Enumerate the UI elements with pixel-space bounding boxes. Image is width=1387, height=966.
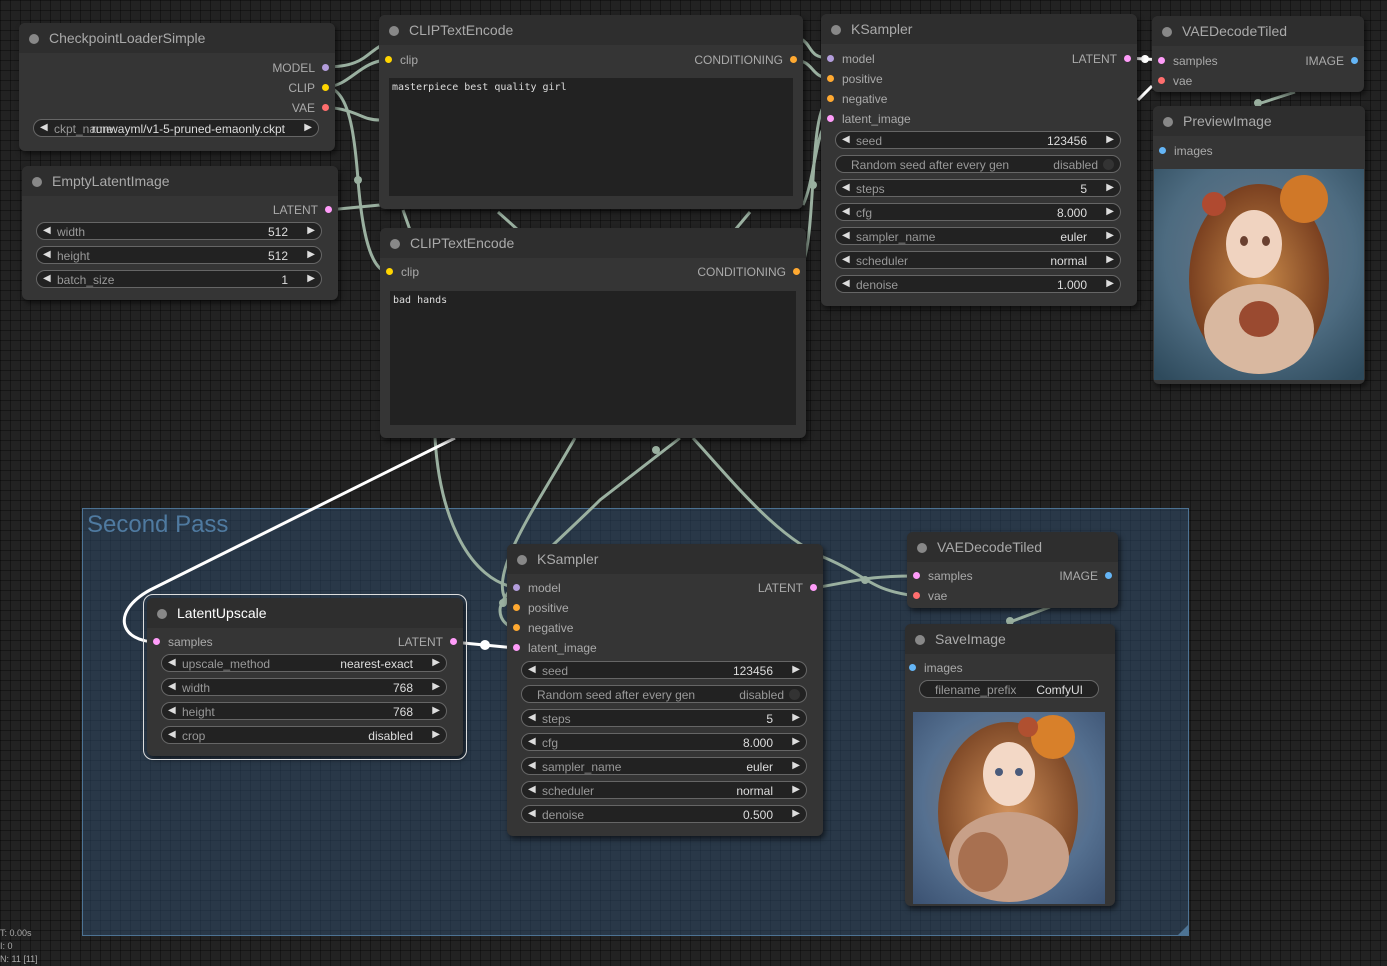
node-latent-upscale[interactable]: LatentUpscale samples LATENT ◀ upscale_me… bbox=[143, 594, 467, 760]
scheduler-widget[interactable]: ◀ scheduler normal ▶ bbox=[835, 251, 1121, 269]
input-images[interactable]: images bbox=[909, 661, 963, 675]
input-negative[interactable]: negative bbox=[513, 621, 573, 635]
collapse-dot-icon[interactable] bbox=[1162, 27, 1172, 37]
input-model[interactable]: model bbox=[513, 581, 561, 595]
input-model[interactable]: model bbox=[827, 52, 875, 66]
toggle-knob-icon bbox=[789, 689, 800, 700]
input-negative[interactable]: negative bbox=[827, 92, 887, 106]
node-save-image[interactable]: SaveImage images filename_prefix ComfyUI bbox=[905, 624, 1115, 906]
arrow-left-icon: ◀ bbox=[40, 122, 48, 133]
output-latent[interactable]: LATENT bbox=[758, 581, 817, 595]
cfg-widget[interactable]: ◀ cfg 8.000 ▶ bbox=[835, 203, 1121, 221]
denoise-widget[interactable]: ◀ denoise 1.000 ▶ bbox=[835, 275, 1121, 293]
cfg-widget[interactable]: ◀ cfg 8.000 ▶ bbox=[521, 733, 807, 751]
preview-output-image[interactable] bbox=[1154, 169, 1364, 380]
node-ksampler-first[interactable]: KSampler model positive negative latent_… bbox=[821, 14, 1137, 306]
output-image[interactable]: IMAGE bbox=[1059, 569, 1112, 583]
batch-size-widget[interactable]: ◀ batch_size 1 ▶ bbox=[36, 270, 322, 288]
node-title: VAEDecodeTiled bbox=[1182, 23, 1288, 39]
render-stats: T: 0.00s I: 0 N: 11 [11] bbox=[0, 928, 38, 964]
prompt-textarea[interactable]: bad hands bbox=[390, 291, 796, 425]
node-clip-text-encode-positive[interactable]: CLIPTextEncode clip CONDITIONING masterp… bbox=[379, 15, 803, 209]
height-widget[interactable]: ◀ height 768 ▶ bbox=[161, 702, 447, 720]
input-vae[interactable]: vae bbox=[913, 589, 947, 603]
input-positive[interactable]: positive bbox=[513, 601, 569, 615]
sampler-name-widget[interactable]: ◀ sampler_name euler ▶ bbox=[521, 757, 807, 775]
scheduler-widget[interactable]: ◀ scheduler normal ▶ bbox=[521, 781, 807, 799]
node-vae-decode-tiled-second[interactable]: VAEDecodeTiled samples vae IMAGE bbox=[907, 532, 1118, 608]
input-clip[interactable]: clip bbox=[386, 265, 419, 279]
node-title: CLIPTextEncode bbox=[409, 22, 514, 38]
width-widget[interactable]: ◀ width 768 ▶ bbox=[161, 678, 447, 696]
node-ksampler-second[interactable]: KSampler model positive negative latent_… bbox=[507, 544, 823, 836]
crop-widget[interactable]: ◀ crop disabled ▶ bbox=[161, 726, 447, 744]
input-positive[interactable]: positive bbox=[827, 72, 883, 86]
input-latent-image[interactable]: latent_image bbox=[513, 641, 597, 655]
collapse-dot-icon[interactable] bbox=[157, 609, 167, 619]
input-images[interactable]: images bbox=[1159, 144, 1213, 158]
width-widget[interactable]: ◀ width 512 ▶ bbox=[36, 222, 322, 240]
node-title: KSampler bbox=[851, 21, 913, 37]
collapse-dot-icon[interactable] bbox=[917, 543, 927, 553]
output-conditioning[interactable]: CONDITIONING bbox=[694, 53, 797, 67]
toggle-knob-icon bbox=[1103, 159, 1114, 170]
wire-vae2-save bbox=[1009, 605, 1051, 624]
output-image[interactable]: IMAGE bbox=[1305, 54, 1358, 68]
node-title: KSampler bbox=[537, 551, 599, 567]
collapse-dot-icon[interactable] bbox=[1163, 117, 1173, 127]
output-conditioning[interactable]: CONDITIONING bbox=[697, 265, 800, 279]
node-title: VAEDecodeTiled bbox=[937, 539, 1043, 555]
wire-vae1-preview bbox=[1257, 90, 1296, 106]
node-vae-decode-tiled-first[interactable]: VAEDecodeTiled samples vae IMAGE bbox=[1152, 16, 1364, 92]
input-clip[interactable]: clip bbox=[385, 53, 418, 67]
input-samples[interactable]: samples bbox=[1158, 54, 1218, 68]
height-widget[interactable]: ◀ height 512 ▶ bbox=[36, 246, 322, 264]
node-title: LatentUpscale bbox=[177, 605, 267, 621]
random-seed-toggle[interactable]: Random seed after every gen disabled bbox=[835, 155, 1121, 173]
random-seed-toggle[interactable]: Random seed after every gen disabled bbox=[521, 685, 807, 703]
node-checkpoint-loader[interactable]: CheckpointLoaderSimple MODEL CLIP VAE ◀ … bbox=[19, 23, 335, 151]
collapse-dot-icon[interactable] bbox=[915, 635, 925, 645]
node-clip-text-encode-negative[interactable]: CLIPTextEncode clip CONDITIONING bad han… bbox=[380, 228, 806, 438]
ckpt-name-combo[interactable]: ◀ ckpt_name runwayml/v1-5-pruned-emaonly… bbox=[33, 119, 319, 137]
steps-widget[interactable]: ◀ steps 5 ▶ bbox=[835, 179, 1121, 197]
collapse-dot-icon[interactable] bbox=[390, 239, 400, 249]
output-model[interactable]: MODEL bbox=[272, 61, 329, 75]
seed-widget[interactable]: ◀ seed 123456 ▶ bbox=[521, 661, 807, 679]
sampler-name-widget[interactable]: ◀ sampler_name euler ▶ bbox=[835, 227, 1121, 245]
collapse-dot-icon[interactable] bbox=[32, 177, 42, 187]
arrow-right-icon: ▶ bbox=[304, 122, 312, 133]
node-preview-image[interactable]: PreviewImage images bbox=[1153, 106, 1365, 384]
node-empty-latent-image[interactable]: EmptyLatentImage LATENT ◀ width 512 ▶ ◀ heig… bbox=[22, 166, 338, 300]
denoise-widget[interactable]: ◀ denoise 0.500 ▶ bbox=[521, 805, 807, 823]
collapse-dot-icon[interactable] bbox=[29, 34, 39, 44]
input-latent-image[interactable]: latent_image bbox=[827, 112, 911, 126]
node-title: CLIPTextEncode bbox=[410, 235, 515, 251]
seed-widget[interactable]: ◀ seed 123456 ▶ bbox=[835, 131, 1121, 149]
input-samples[interactable]: samples bbox=[913, 569, 973, 583]
prompt-textarea[interactable]: masterpiece best quality girl bbox=[389, 78, 793, 196]
output-latent[interactable]: LATENT bbox=[398, 635, 457, 649]
steps-widget[interactable]: ◀ steps 5 ▶ bbox=[521, 709, 807, 727]
saved-output-image[interactable] bbox=[913, 712, 1105, 904]
node-title: EmptyLatentImage bbox=[52, 173, 170, 189]
upscale-method-widget[interactable]: ◀ upscale_method nearest-exact ▶ bbox=[161, 654, 447, 672]
node-title: PreviewImage bbox=[1183, 113, 1272, 129]
output-clip[interactable]: CLIP bbox=[288, 81, 329, 95]
output-vae[interactable]: VAE bbox=[292, 101, 329, 115]
node-title: CheckpointLoaderSimple bbox=[49, 30, 206, 46]
output-latent[interactable]: LATENT bbox=[273, 203, 332, 217]
input-vae[interactable]: vae bbox=[1158, 74, 1192, 88]
node-title: SaveImage bbox=[935, 631, 1006, 647]
output-latent[interactable]: LATENT bbox=[1072, 52, 1131, 66]
collapse-dot-icon[interactable] bbox=[389, 26, 399, 36]
input-samples[interactable]: samples bbox=[153, 635, 213, 649]
collapse-dot-icon[interactable] bbox=[517, 555, 527, 565]
filename-prefix-input[interactable]: filename_prefix ComfyUI bbox=[919, 680, 1099, 698]
collapse-dot-icon[interactable] bbox=[831, 25, 841, 35]
